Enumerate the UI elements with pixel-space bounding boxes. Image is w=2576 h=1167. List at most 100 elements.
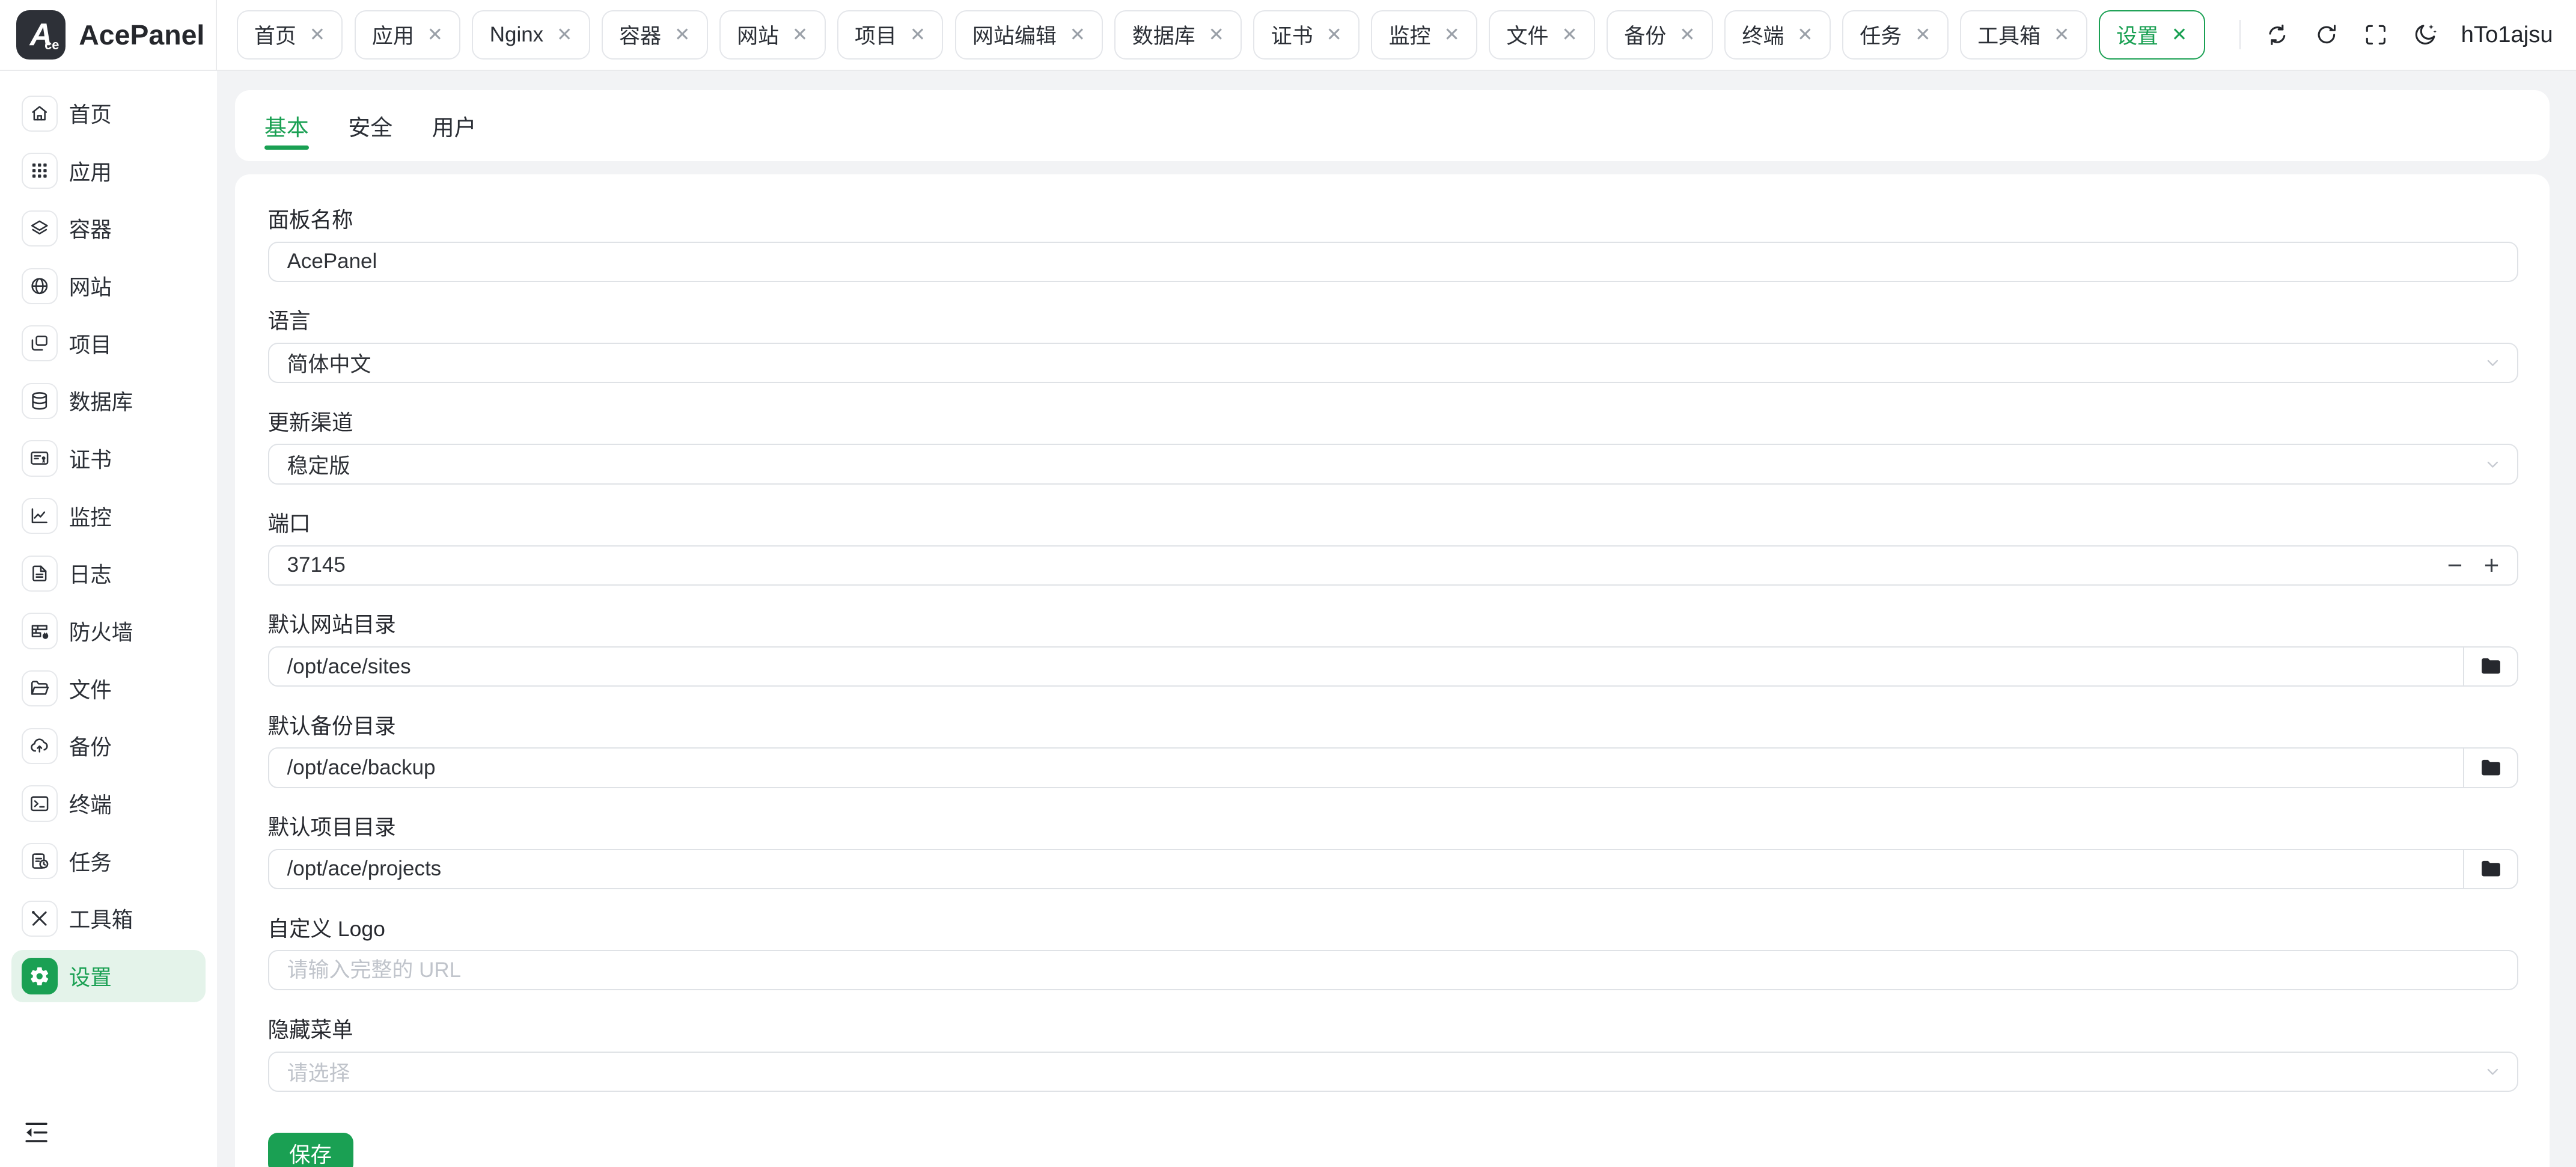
sidebar-item-apps[interactable]: 应用 xyxy=(11,145,206,197)
port-input[interactable] xyxy=(269,547,2447,584)
default-site-dir-input[interactable] xyxy=(269,648,2464,685)
header-tab-website-editor[interactable]: 网站编辑 ✕ xyxy=(955,10,1103,60)
close-icon[interactable]: ✕ xyxy=(1209,25,1224,44)
header-tab-websites[interactable]: 网站 ✕ xyxy=(719,10,826,60)
acepanel-app: A ce AcePanel 首页✕应用✕Nginx✕容器✕网站✕项目✕网站编辑✕… xyxy=(0,0,2576,1167)
dark-mode-icon[interactable] xyxy=(2412,22,2438,48)
header-tab-settings[interactable]: 设置 ✕ xyxy=(2099,10,2205,60)
collapse-sidebar-button[interactable] xyxy=(22,1118,51,1147)
language-select[interactable]: 简体中文 xyxy=(268,343,2519,383)
close-icon[interactable]: ✕ xyxy=(1915,25,1930,44)
sidebar-item-projects[interactable]: 项目 xyxy=(11,317,206,369)
logo-sub: ce xyxy=(44,37,59,53)
browse-directory-button[interactable] xyxy=(2463,749,2517,786)
panel-name-input-group xyxy=(268,242,2519,282)
increase-button[interactable]: + xyxy=(2484,553,2500,579)
field-label: 更新渠道 xyxy=(268,411,2519,434)
close-icon[interactable]: ✕ xyxy=(1679,25,1695,44)
chart-line-icon xyxy=(22,498,58,534)
settings-tab-users[interactable]: 用户 xyxy=(432,90,477,161)
header-tab-apps[interactable]: 应用✕ xyxy=(355,10,461,60)
sidebar-item-certificates[interactable]: 证书 xyxy=(11,432,206,485)
sidebar-item-containers[interactable]: 容器 xyxy=(11,202,206,254)
header-tab-terminal[interactable]: 终端✕ xyxy=(1724,10,1831,60)
close-icon[interactable]: ✕ xyxy=(792,25,808,44)
sidebar-item-home[interactable]: 首页 xyxy=(11,87,206,139)
custom-logo-input[interactable] xyxy=(269,951,2518,989)
update-channel-value: 稳定版 xyxy=(269,449,2483,480)
close-icon[interactable]: ✕ xyxy=(1326,25,1341,44)
header-tab-monitoring[interactable]: 监控✕ xyxy=(1371,10,1477,60)
header-tab-nginx[interactable]: Nginx✕ xyxy=(472,10,590,60)
sidebar-item-label: 终端 xyxy=(69,788,112,819)
field-label: 端口 xyxy=(268,512,2519,535)
username[interactable]: hTo1ajsu xyxy=(2461,22,2553,48)
close-icon[interactable]: ✕ xyxy=(2172,25,2187,44)
certificate-icon xyxy=(22,440,58,476)
header-tab-backups[interactable]: 备份✕ xyxy=(1607,10,1713,60)
header-tab-label: 设置 xyxy=(2116,19,2158,50)
clipboard-clock-icon xyxy=(22,843,58,879)
project-icon xyxy=(22,325,58,361)
sidebar-item-logs[interactable]: 日志 xyxy=(11,547,206,599)
save-button[interactable]: 保存 xyxy=(268,1133,353,1167)
hidden-menu-select[interactable]: 请选择 xyxy=(268,1052,2519,1092)
close-icon[interactable]: ✕ xyxy=(1444,25,1459,44)
close-icon[interactable]: ✕ xyxy=(1070,25,1085,44)
close-icon[interactable]: ✕ xyxy=(310,25,325,44)
refresh-icon[interactable] xyxy=(2313,22,2340,48)
close-icon[interactable]: ✕ xyxy=(557,25,572,44)
sidebar-item-database[interactable]: 数据库 xyxy=(11,375,206,427)
close-icon[interactable]: ✕ xyxy=(2054,25,2069,44)
field-label: 自定义 Logo xyxy=(268,917,2519,940)
close-icon[interactable]: ✕ xyxy=(427,25,443,44)
default-project-dir-input[interactable] xyxy=(269,850,2464,888)
sync-icon[interactable] xyxy=(2264,22,2291,48)
sidebar-items: 首页应用容器网站项目数据库证书监控日志防火墙文件备份终端任务工具箱设置 xyxy=(11,87,206,1002)
sidebar-item-backups[interactable]: 备份 xyxy=(11,720,206,772)
header-tab-label: 文件 xyxy=(1507,19,1549,50)
field-label: 默认项目目录 xyxy=(268,816,2519,839)
sidebar-item-files[interactable]: 文件 xyxy=(11,662,206,714)
sidebar-item-label: 数据库 xyxy=(69,385,133,416)
header-tab-label: 网站编辑 xyxy=(972,19,1057,50)
close-icon[interactable]: ✕ xyxy=(910,25,926,44)
field-port: 端口 −+ xyxy=(268,512,2519,586)
panel-name-input[interactable] xyxy=(269,243,2518,281)
close-icon[interactable]: ✕ xyxy=(674,25,690,44)
settings-tabs: 基本 安全 用户 xyxy=(235,90,2550,161)
settings-tab-basic[interactable]: 基本 xyxy=(264,90,309,161)
header-tab-home[interactable]: 首页✕ xyxy=(237,10,343,60)
sidebar-item-settings[interactable]: 设置 xyxy=(11,950,206,1002)
fullscreen-icon[interactable] xyxy=(2363,22,2389,48)
settings-tab-label: 安全 xyxy=(348,109,392,142)
header-tab-projects[interactable]: 项目✕ xyxy=(837,10,944,60)
sidebar-item-terminal[interactable]: 终端 xyxy=(11,777,206,830)
sidebar-item-firewall[interactable]: 防火墙 xyxy=(11,605,206,657)
sidebar-item-tasks[interactable]: 任务 xyxy=(11,835,206,887)
settings-tab-security[interactable]: 安全 xyxy=(348,90,392,161)
field-default-backup-dir: 默认备份目录 xyxy=(268,715,2519,788)
field-panel-name: 面板名称 xyxy=(268,209,2519,282)
sidebar-item-toolbox[interactable]: 工具箱 xyxy=(11,892,206,945)
header-tab-files[interactable]: 文件 ✕ xyxy=(1489,10,1595,60)
settings-form: 面板名称语言简体中文更新渠道稳定版端口−+默认网站目录默认备份目录默认项目目录自… xyxy=(268,209,2519,1092)
update-channel-select[interactable]: 稳定版 xyxy=(268,444,2519,484)
sidebar-item-label: 防火墙 xyxy=(69,616,133,646)
close-icon[interactable]: ✕ xyxy=(1561,25,1577,44)
decrease-button[interactable]: − xyxy=(2447,553,2463,579)
header-tab-toolbox[interactable]: 工具箱✕ xyxy=(1960,10,2087,60)
close-icon[interactable]: ✕ xyxy=(1797,25,1813,44)
browse-directory-button[interactable] xyxy=(2463,648,2517,685)
default-backup-dir-input[interactable] xyxy=(269,749,2464,786)
sidebar-item-monitoring[interactable]: 监控 xyxy=(11,489,206,542)
header-tab-database[interactable]: 数据库✕ xyxy=(1114,10,1242,60)
browse-directory-button[interactable] xyxy=(2463,850,2517,888)
header-tab-label: 网站 xyxy=(737,19,779,50)
header-tab-certificates[interactable]: 证书✕ xyxy=(1253,10,1360,60)
header-tab-containers[interactable]: 容器✕ xyxy=(602,10,708,60)
folder-open-icon xyxy=(22,670,58,706)
header-tab-tasks[interactable]: 任务✕ xyxy=(1842,10,1949,60)
sidebar-item-label: 应用 xyxy=(69,156,112,186)
sidebar-item-websites[interactable]: 网站 xyxy=(11,260,206,312)
